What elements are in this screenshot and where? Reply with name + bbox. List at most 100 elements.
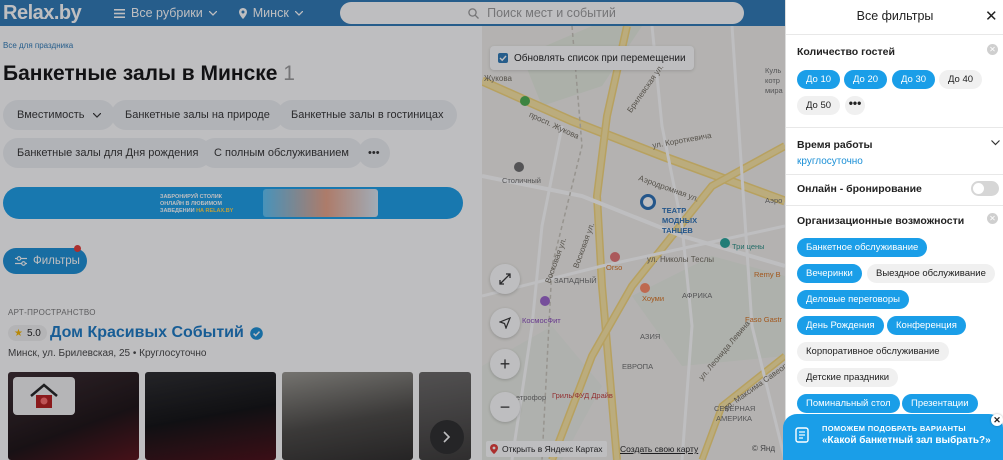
map-area[interactable]: Обновлять список при перемещении Жукова … [482, 26, 785, 460]
map-poi-pin[interactable] [520, 96, 530, 106]
venue-name-link[interactable]: Дом Красивых Событий [50, 324, 263, 342]
map-label: АЗИЯ [640, 332, 661, 341]
help-close-button[interactable]: ✕ [991, 414, 1003, 426]
org-option[interactable]: Конференция [887, 316, 966, 335]
guests-option[interactable]: До 40 [939, 70, 983, 89]
site-logo[interactable]: Relax.by [0, 2, 100, 25]
create-own-map-link[interactable]: Создать свою карту [620, 444, 698, 454]
online-booking-title: Онлайн - бронирование [797, 183, 922, 195]
breadcrumb[interactable]: Все для праздника [3, 41, 73, 50]
page-title: Банкетные залы в Минске 1 [3, 62, 295, 86]
org-option[interactable]: Презентации [902, 394, 978, 413]
filters-button[interactable]: Фильтры [3, 248, 87, 274]
banner-line: онлайн в любимом [160, 201, 222, 207]
map-label: Три цены [732, 242, 765, 251]
map-label: ТАНЦЕВ [662, 226, 693, 235]
map-poi-pin[interactable] [514, 162, 524, 172]
geolocate-button[interactable] [490, 308, 520, 338]
sliders-icon [15, 256, 27, 266]
map-label: Orso [606, 263, 623, 272]
help-widget[interactable]: ПОМОЖЕМ ПОДОБРАТЬ ВАРИАНТЫ «Какой банкет… [783, 414, 1003, 460]
work-time-title: Время работы [797, 139, 873, 151]
banner-line: Забронируй столик [160, 194, 223, 200]
all-categories-menu[interactable]: Все рубрики [114, 6, 217, 20]
map-copyright: © Янд [752, 444, 775, 453]
divider [786, 174, 1003, 175]
divider [786, 127, 1003, 128]
zoom-in-button[interactable]: + [490, 349, 520, 379]
search-icon [468, 7, 480, 19]
org-option[interactable]: Вечеринки [797, 264, 862, 283]
city-label: Минск [252, 6, 289, 20]
org-option[interactable]: Банкетное обслуживание [797, 238, 928, 257]
results-count: 1 [283, 62, 295, 85]
divider [786, 205, 1003, 206]
open-yandex-label: Открыть в Яндекс Картах [502, 444, 603, 454]
map-label: ул. Николы Теслы [647, 255, 714, 264]
search-input[interactable]: Поиск мест и событий [340, 2, 744, 24]
help-line-1: ПОМОЖЕМ ПОДОБРАТЬ ВАРИАНТЫ [822, 424, 966, 433]
chip-birthday[interactable]: Банкетные залы для Дня рождения [3, 138, 213, 168]
open-yandex-maps-link[interactable]: Открыть в Яндекс Картах [486, 441, 607, 457]
update-on-move-label: Обновлять список при перемещении [514, 52, 686, 64]
map-label: Жукова [484, 74, 512, 83]
guests-title: Количество гостей [797, 46, 895, 58]
banner-accent: на Relax.by [196, 208, 234, 214]
map-poi-pin[interactable] [540, 296, 550, 306]
org-option[interactable]: Поминальный стол [797, 394, 900, 413]
map-label: Гриль/ФУД Драйв [552, 391, 613, 400]
rating-value: 5.0 [26, 327, 41, 339]
minus-icon: − [499, 396, 511, 417]
filters-active-dot [74, 245, 81, 252]
venue-map-marker[interactable] [640, 194, 656, 210]
guests-more-button[interactable]: ••• [845, 96, 865, 115]
chip-capacity[interactable]: Вместимость [3, 100, 115, 130]
chevron-down-icon[interactable] [991, 140, 1000, 146]
map-label: Remy В [754, 270, 781, 279]
org-option[interactable]: Детские праздники [797, 368, 899, 387]
fullscreen-button[interactable] [490, 264, 520, 294]
venue-type: Арт-пространство [8, 308, 96, 317]
venue-logo [13, 377, 75, 415]
verified-icon [250, 326, 263, 340]
map-poi-pin[interactable] [640, 283, 650, 293]
map-poi-pin[interactable] [720, 238, 730, 248]
clear-guests-button[interactable]: ✕ [987, 44, 998, 55]
chip-hotels[interactable]: Банкетные залы в гостиницах [277, 100, 458, 130]
clear-org-button[interactable]: ✕ [987, 213, 998, 224]
chip-more[interactable]: ••• [358, 138, 390, 168]
guests-option[interactable]: До 50 [797, 96, 841, 115]
online-booking-toggle[interactable] [971, 181, 999, 196]
promo-banner[interactable]: Забронируй столик онлайн в любимом завед… [3, 187, 463, 219]
rating-badge: ★ 5.0 [8, 325, 47, 341]
chevron-right-icon [443, 431, 451, 443]
org-title: Организационные возможности [797, 215, 965, 227]
org-option[interactable]: Деловые переговоры [797, 290, 910, 309]
close-panel-button[interactable]: ✕ [985, 7, 998, 25]
chip-nature[interactable]: Банкетные залы на природе [111, 100, 284, 130]
panel-title: Все фильтры [856, 9, 934, 23]
map-label: МОДНЫХ [662, 216, 698, 225]
guests-option[interactable]: До 30 [892, 70, 936, 89]
guests-option[interactable]: До 10 [797, 70, 841, 89]
photo-next-button[interactable] [430, 420, 464, 454]
yandex-pin-icon [490, 444, 498, 454]
filters-label: Фильтры [33, 255, 80, 267]
navigation-arrow-icon [499, 317, 511, 329]
chip-label: Банкетные залы для Дня рождения [17, 147, 199, 159]
venue-photo[interactable] [145, 372, 276, 460]
guests-option[interactable]: До 20 [844, 70, 888, 89]
org-option[interactable]: Корпоративное обслуживание [797, 342, 949, 361]
zoom-out-button[interactable]: − [490, 392, 520, 422]
city-selector[interactable]: Минск [238, 6, 303, 20]
chip-label: Банкетные залы на природе [125, 109, 270, 121]
org-option[interactable]: День Рождения [797, 316, 884, 335]
venue-photo[interactable] [282, 372, 413, 460]
venue-name: Дом Красивых Событий [50, 324, 244, 341]
map-poi-pin[interactable] [610, 252, 620, 262]
chip-full-service[interactable]: С полным обслуживанием [200, 138, 363, 168]
page-title-text: Банкетные залы в Минске [3, 62, 278, 85]
expand-icon [499, 273, 511, 285]
org-option[interactable]: Выездное обслуживание [867, 264, 995, 283]
map-label: Хоуми [642, 294, 665, 303]
